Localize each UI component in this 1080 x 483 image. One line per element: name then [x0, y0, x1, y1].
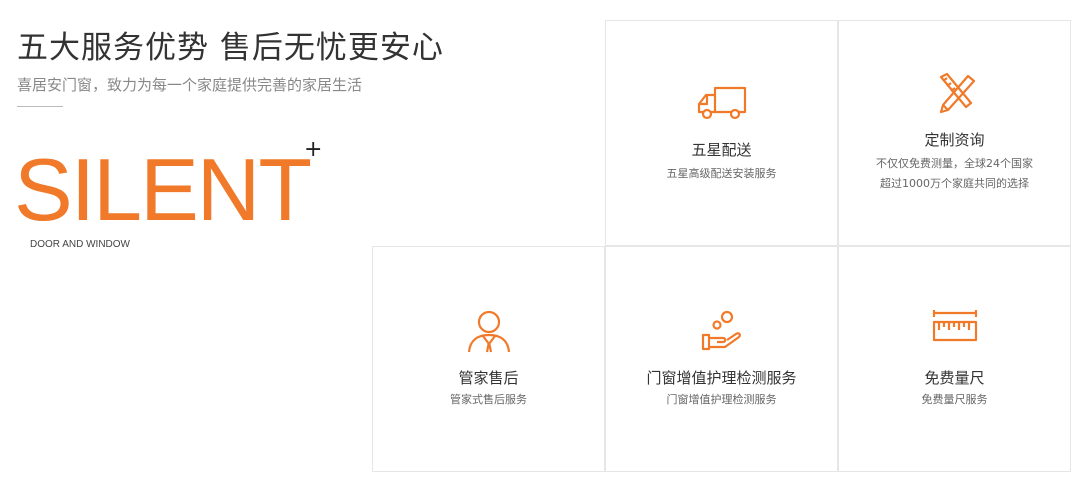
measure-ruler-icon [928, 309, 982, 353]
service-title: 五星配送 [691, 141, 752, 159]
service-card-care[interactable]: 门窗增值护理检测服务 门窗增值护理检测服务 [605, 246, 838, 472]
ruler-pencil-icon [928, 71, 982, 115]
service-desc: 门窗增值护理检测服务 [666, 393, 777, 406]
service-desc-line2: 超过1000万个家庭共同的选择 [880, 177, 1029, 190]
service-title: 免费量尺 [924, 369, 985, 387]
page-subtitle: 喜居安门窗，致力为每一个家庭提供完善的家居生活 [17, 76, 363, 94]
service-card-butler[interactable]: 管家售后 管家式售后服务 [372, 246, 605, 472]
title-divider [17, 106, 63, 107]
delivery-truck-icon [695, 81, 749, 125]
service-desc: 五星高级配送安装服务 [666, 167, 777, 180]
butler-icon [462, 309, 516, 353]
service-title: 定制资询 [924, 131, 985, 149]
page-title: 五大服务优势 售后无忧更安心 [17, 30, 444, 66]
service-desc: 免费量尺服务 [921, 393, 988, 406]
brand-tagline: DOOR AND WINDOW [30, 239, 130, 250]
service-card-delivery[interactable]: 五星配送 五星高级配送安装服务 [605, 20, 838, 246]
service-desc-line1: 不仅仅免费测量，全球24个国家 [876, 157, 1033, 170]
service-card-consult[interactable]: 定制资询 不仅仅免费测量，全球24个国家 超过1000万个家庭共同的选择 [838, 20, 1071, 246]
brand-logo: SILENT [14, 140, 312, 239]
service-title: 管家售后 [458, 369, 519, 387]
plus-icon: + [304, 137, 323, 162]
service-card-measure[interactable]: 免费量尺 免费量尺服务 [838, 246, 1071, 472]
care-hand-icon [695, 309, 749, 353]
service-desc: 管家式售后服务 [450, 393, 527, 406]
service-title: 门窗增值护理检测服务 [646, 369, 797, 387]
